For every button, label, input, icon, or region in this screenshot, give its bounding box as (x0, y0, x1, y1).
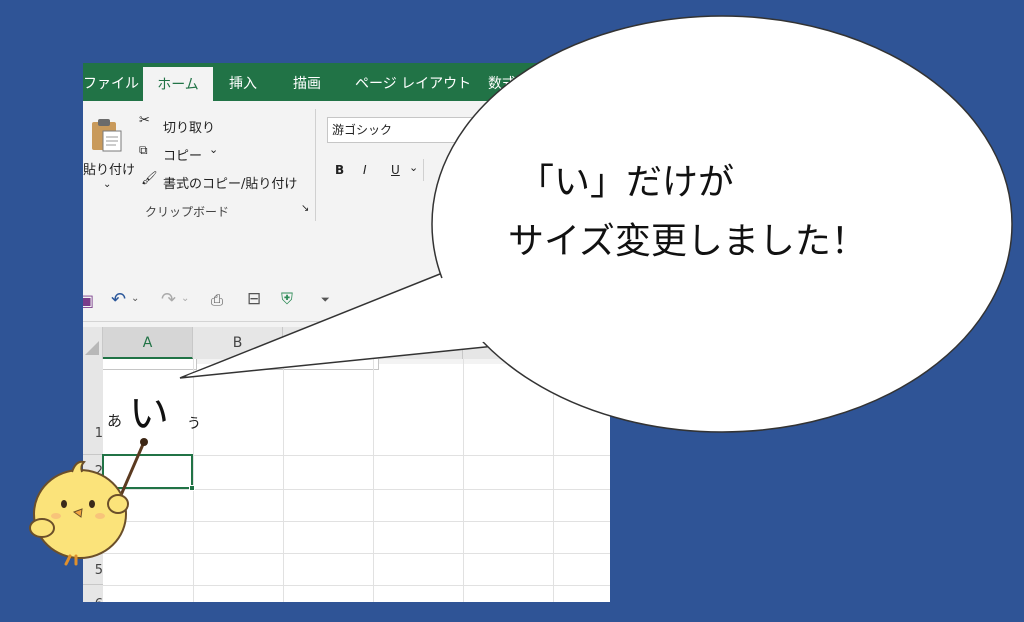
chick-mascot-icon (29, 438, 148, 566)
bubble-text-line1: 「い」だけが (518, 162, 735, 203)
bubble-text-line2: サイズ変更しました！ (508, 221, 867, 262)
